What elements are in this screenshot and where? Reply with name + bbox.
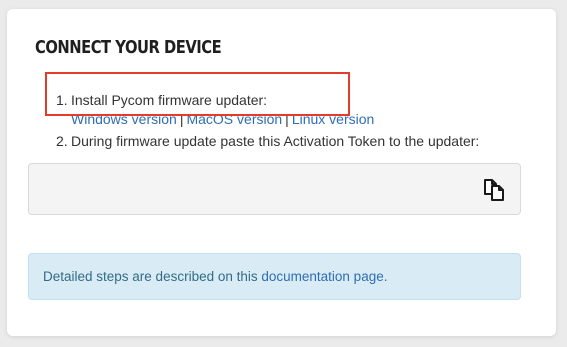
info-text-suffix: .	[383, 269, 388, 284]
card-title: Connect your device	[35, 37, 222, 58]
step-number: 1.	[56, 92, 68, 108]
documentation-link[interactable]: documentation page	[261, 269, 383, 284]
steps-list: 1. Install Pycom firmware updater: Window…	[56, 90, 479, 151]
info-alert: Detailed steps are described on this doc…	[28, 253, 521, 300]
download-links: Windows version | MacOS version | Linux vers…	[56, 110, 479, 128]
copy-button[interactable]	[482, 176, 508, 202]
copy-icon	[484, 179, 504, 201]
step-text: Install Pycom firmware updater:	[71, 92, 268, 108]
step-number: 2.	[56, 133, 68, 149]
link-separator: |	[285, 111, 289, 127]
linux-version-link[interactable]: Linux version	[292, 111, 375, 127]
step-text: During firmware update paste this Activa…	[71, 133, 480, 149]
macos-version-link[interactable]: MacOS version	[186, 111, 282, 127]
activation-token-field[interactable]	[28, 163, 521, 215]
info-text-prefix: Detailed steps are described on this	[43, 269, 262, 284]
link-separator: |	[179, 111, 184, 127]
step-paste-token: 2. During firmware update paste this Acti…	[56, 131, 479, 151]
step-install: 1. Install Pycom firmware updater: Window…	[56, 90, 479, 128]
windows-version-link[interactable]: Windows version	[71, 111, 177, 127]
